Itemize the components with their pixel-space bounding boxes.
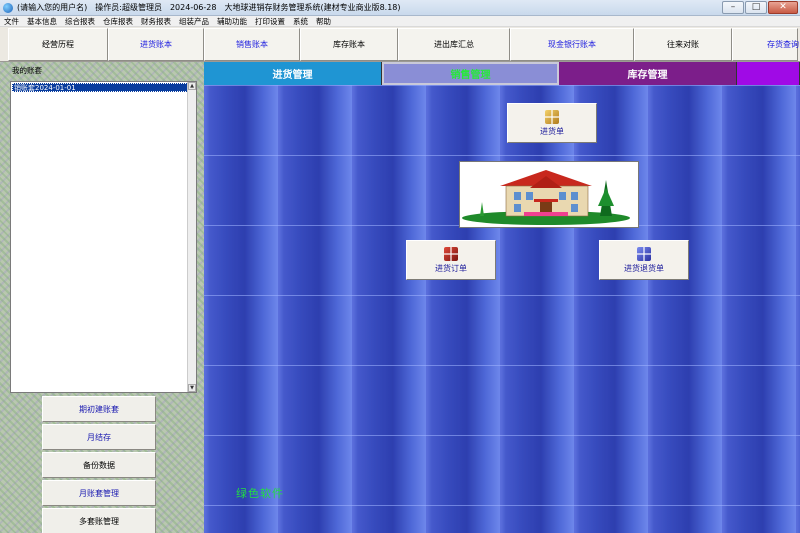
toolbar: 经营历程 进货账本 销售账本 库存账本 进出库汇总 现金银行账本 往来对账 存货… [0,27,800,62]
menu-help[interactable]: 帮助 [312,16,335,27]
menu-warehouse-reports[interactable]: 仓库报表 [99,16,137,27]
title-app-name: 大地球进销存财务管理系统(建材专业商业版8.18) [224,3,401,12]
toolbar-inventory-query[interactable]: 存货查询 [732,28,799,61]
toolbar-business-history[interactable]: 经营历程 [8,28,108,61]
menu-basic-info[interactable]: 基本信息 [23,16,61,27]
tab-sales-management[interactable]: 销售管理 [382,62,559,85]
toolbar-inout-summary[interactable]: 进出库汇总 [398,28,510,61]
scroll-down-icon[interactable]: ▼ [188,384,196,392]
purchase-doc-button[interactable]: 进货单 [507,103,597,143]
toolbar-cash-bank-ledger[interactable]: 现金银行账本 [510,28,634,61]
minimize-button[interactable]: – [722,1,744,14]
menu-file[interactable]: 文件 [0,16,23,27]
toolbar-stock-ledger[interactable]: 库存账本 [300,28,398,61]
book-list-item[interactable]: 销账套2024-01-01 [12,83,188,92]
maximize-button[interactable]: □ [745,1,767,14]
gift-box-icon [545,109,559,124]
opening-setup-button[interactable]: 期初建账套 [42,396,156,422]
house-illustration [462,170,630,225]
brand-text: 绿色软件 [236,487,284,500]
house-image [459,161,639,228]
title-bar: (请输入您的用户名) 操作员:超级管理员 2024-06-28 大地球进销存财务… [0,0,800,16]
multi-books-button[interactable]: 多套账管理 [42,508,156,533]
title-username: (请输入您的用户名) [17,3,88,12]
tab-stock-management[interactable]: 库存管理 [559,62,737,85]
menu-reports[interactable]: 综合报表 [61,16,99,27]
close-button[interactable]: ✕ [768,1,798,14]
main-workspace: 进货管理 销售管理 库存管理 进货单 进货订单 进货退货单 绿色软件 [204,62,800,533]
menu-system[interactable]: 系统 [289,16,312,27]
menu-tools[interactable]: 辅助功能 [213,16,251,27]
menu-bar: 文件 基本信息 综合报表 仓库报表 财务报表 组装产品 辅助功能 打印设置 系统… [0,16,800,27]
purchase-order-label: 进货订单 [435,263,467,273]
list-scrollbar[interactable]: ▲ ▼ [187,82,196,392]
purchase-doc-label: 进货单 [540,126,564,136]
toolbar-sales-ledger[interactable]: 销售账本 [204,28,300,61]
tab-purchase-management[interactable]: 进货管理 [204,62,382,85]
scroll-up-icon[interactable]: ▲ [188,82,196,90]
app-icon [3,2,13,13]
my-books-label: 我的账套 [12,66,42,75]
left-panel: 我的账套 销账套2024-01-01 ▲ ▼ 期初建账套 月结存 备份数据 月账… [0,62,204,533]
menu-assembly[interactable]: 组装产品 [175,16,213,27]
menu-finance-reports[interactable]: 财务报表 [137,16,175,27]
backup-data-button[interactable]: 备份数据 [42,452,156,478]
title-operator: 操作员:超级管理员 [95,3,162,12]
gift-box-icon [637,246,651,261]
toolbar-purchase-ledger[interactable]: 进货账本 [108,28,204,61]
purchase-return-button[interactable]: 进货退货单 [599,240,689,280]
purchase-order-button[interactable]: 进货订单 [406,240,496,280]
gift-box-icon [444,246,458,261]
tab-extra[interactable] [737,62,800,85]
purchase-return-label: 进货退货单 [624,263,664,273]
books-listbox[interactable]: 销账套2024-01-01 ▲ ▼ [10,81,197,393]
window-controls: – □ ✕ [722,1,798,14]
menu-print-settings[interactable]: 打印设置 [251,16,289,27]
title-date: 2024-06-28 [169,3,217,12]
toolbar-account-reconcile[interactable]: 往来对账 [634,28,732,61]
module-tabs: 进货管理 销售管理 库存管理 [204,62,800,85]
month-end-button[interactable]: 月结存 [42,424,156,450]
monthly-books-button[interactable]: 月账套管理 [42,480,156,506]
